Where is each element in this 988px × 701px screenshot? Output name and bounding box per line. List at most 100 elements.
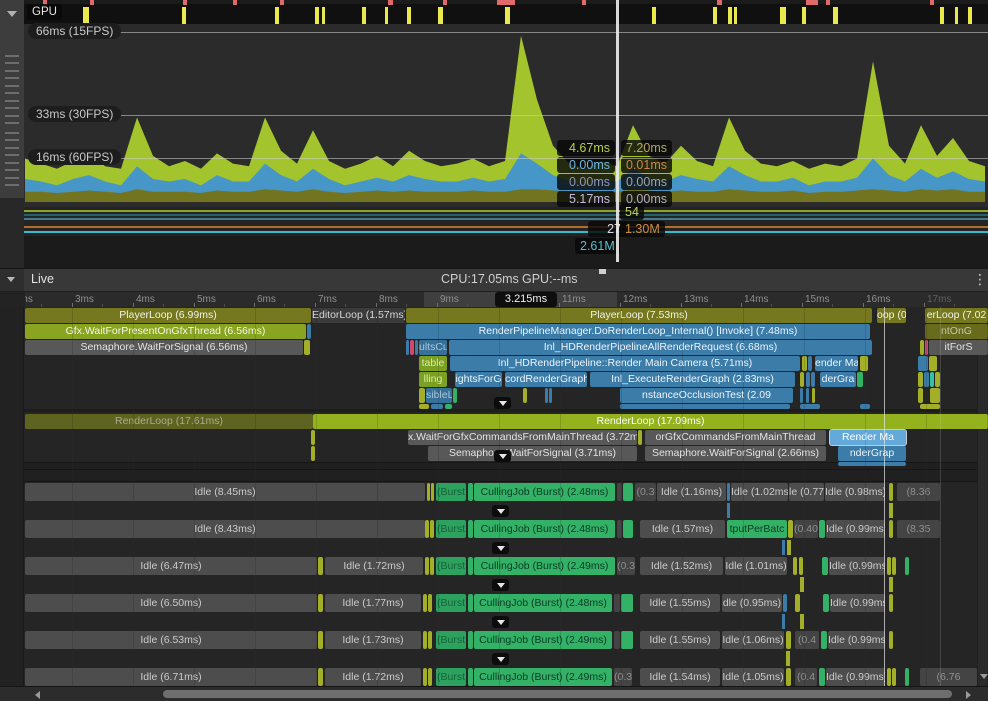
timeline-bar[interactable] bbox=[905, 668, 909, 686]
timeline-bar[interactable] bbox=[318, 631, 323, 649]
timeline-sub-tick[interactable] bbox=[787, 540, 791, 555]
timeline-bar[interactable] bbox=[406, 340, 409, 355]
timeline-bar[interactable] bbox=[930, 372, 934, 387]
timeline-bar[interactable]: Semaphore.WaitForSignal (2.66ms) bbox=[645, 446, 826, 461]
timeline-bar[interactable] bbox=[614, 631, 620, 649]
legend-drag-handle[interactable] bbox=[5, 100, 19, 109]
legend-drag-handle[interactable] bbox=[5, 177, 19, 186]
timeline-bar[interactable] bbox=[311, 430, 315, 445]
timeline-bar[interactable] bbox=[918, 372, 923, 387]
flow-event-marker[interactable] bbox=[494, 397, 511, 409]
timeline-bar[interactable] bbox=[620, 404, 790, 409]
gpu-frame-marker[interactable] bbox=[407, 7, 411, 24]
gpu-frame-marker[interactable] bbox=[362, 7, 366, 24]
timeline-sub-tick[interactable] bbox=[727, 503, 730, 518]
timeline-bar[interactable]: Idle (0.99ms) bbox=[829, 557, 885, 575]
timeline-bar[interactable]: ultsCu bbox=[419, 340, 447, 355]
timeline-bar[interactable]: (Burst bbox=[436, 668, 466, 686]
timeline-bar[interactable]: Idle (1.16ms) bbox=[657, 483, 726, 501]
timeline-bar[interactable] bbox=[318, 557, 323, 575]
timeline-bar[interactable] bbox=[800, 388, 803, 403]
timeline-bar[interactable]: RenderLoop (17.09ms) bbox=[313, 414, 988, 429]
timeline-bar[interactable]: Idle (1.55ms) bbox=[640, 631, 720, 649]
timeline-bar[interactable] bbox=[623, 520, 633, 538]
timeline-bar[interactable]: Semaphore.WaitForSignal (3.71ms) bbox=[428, 446, 637, 461]
timeline-bar[interactable] bbox=[808, 356, 812, 371]
timeline-bar[interactable] bbox=[905, 557, 909, 575]
timeline-bar[interactable]: CullingJob (Burst) (2.49ms) bbox=[474, 557, 615, 575]
timeline-bar[interactable]: CullingJob (Burst) (2.48ms) bbox=[474, 520, 615, 538]
timeline-bar[interactable] bbox=[793, 557, 797, 575]
timeline-bar[interactable]: Idle (1.77ms) bbox=[325, 594, 421, 612]
timeline-bar[interactable]: Idle (6.50ms) bbox=[25, 594, 317, 612]
timeline-sub-tick[interactable] bbox=[889, 503, 893, 518]
timeline-bar[interactable]: Idle (6.71ms) bbox=[25, 668, 317, 686]
timeline-bar[interactable]: nderGrap bbox=[838, 446, 906, 461]
timeline-bar[interactable] bbox=[806, 388, 809, 403]
gpu-frame-marker[interactable] bbox=[438, 7, 443, 24]
timeline-bar[interactable] bbox=[453, 388, 457, 403]
gpu-frame-marker[interactable] bbox=[315, 7, 319, 24]
timeline-bar[interactable] bbox=[445, 404, 452, 409]
gpu-frame-marker[interactable] bbox=[182, 7, 186, 24]
gpu-frame-marker[interactable] bbox=[940, 7, 944, 24]
timeline-bar[interactable] bbox=[614, 594, 620, 612]
timeline-bar[interactable] bbox=[419, 404, 429, 409]
timeline-bar[interactable]: Gfx.WaitForPresentOnGfxThread (6.56ms) bbox=[25, 324, 306, 339]
timeline-bar[interactable]: Idle (6.53ms) bbox=[25, 631, 317, 649]
timeline-bar[interactable] bbox=[823, 594, 829, 612]
timeline-bar[interactable] bbox=[799, 557, 803, 575]
timeline-bar[interactable]: Idle (8.45ms) bbox=[25, 483, 425, 501]
timeline-bar[interactable]: erLoop (7.02 bbox=[925, 308, 988, 323]
timeline-bar[interactable]: tputPerBatc bbox=[727, 520, 787, 538]
flow-event-marker[interactable] bbox=[492, 505, 509, 517]
legend-drag-handle[interactable] bbox=[5, 115, 19, 124]
timeline-bar[interactable]: sibleLi bbox=[426, 388, 452, 403]
timeline-bar[interactable]: Idle (1.06ms) bbox=[722, 631, 784, 649]
timeline-sub-tick[interactable] bbox=[786, 651, 790, 666]
timeline-bar[interactable]: Idle (1.01ms) bbox=[725, 557, 787, 575]
gpu-frame-marker[interactable] bbox=[385, 7, 388, 24]
timeline-bar[interactable] bbox=[838, 462, 906, 466]
timeline-bar[interactable] bbox=[623, 483, 633, 501]
timeline-bar[interactable] bbox=[788, 520, 793, 538]
timeline-bar[interactable] bbox=[425, 557, 429, 575]
timeline-bar[interactable] bbox=[860, 356, 868, 371]
timeline-bar[interactable] bbox=[428, 631, 432, 649]
timeline-bar[interactable] bbox=[800, 404, 820, 409]
timeline-bar[interactable]: itForS bbox=[929, 340, 988, 355]
timeline-bar[interactable] bbox=[638, 430, 642, 445]
timeline-bar[interactable] bbox=[929, 356, 937, 371]
flow-event-marker[interactable] bbox=[492, 542, 509, 554]
timeline-sub-tick[interactable] bbox=[782, 540, 785, 555]
timeline-bar[interactable]: (0.4 bbox=[795, 631, 819, 649]
timeline-bar[interactable]: (8.36 bbox=[897, 483, 940, 501]
timeline-bar[interactable]: orGfxCommandsFromMainThread bbox=[645, 430, 826, 445]
timeline-bar[interactable]: Semaphore.WaitForSignal (6.56ms) bbox=[25, 340, 303, 355]
timeline-bar[interactable]: (Burst bbox=[436, 631, 466, 649]
timeline-bar[interactable]: (0.3 bbox=[635, 483, 656, 501]
timeline-bar[interactable] bbox=[621, 594, 633, 612]
timeline-bar[interactable] bbox=[889, 594, 893, 612]
timeline-bar[interactable]: lling bbox=[419, 372, 447, 387]
timeline-bar[interactable]: ntOnG bbox=[925, 324, 988, 339]
timeline-bar[interactable]: CullingJob (Burst) (2.48ms) bbox=[474, 483, 615, 501]
timeline-bar[interactable] bbox=[821, 631, 827, 649]
chart-selection-line[interactable] bbox=[616, 0, 619, 262]
timeline-bar[interactable] bbox=[428, 668, 432, 686]
gpu-frame-marker[interactable] bbox=[83, 7, 89, 24]
timeline-bar[interactable] bbox=[857, 372, 863, 387]
horizontal-scrollbar-thumb[interactable] bbox=[163, 690, 952, 698]
gpu-marker-strip[interactable] bbox=[24, 0, 988, 24]
flow-event-marker[interactable] bbox=[492, 616, 509, 628]
timeline-bar[interactable]: Idle (0.99ms) bbox=[826, 520, 885, 538]
timeline-bar[interactable] bbox=[783, 594, 787, 612]
timeline-bar[interactable] bbox=[819, 520, 825, 538]
timeline-bar[interactable]: Idle (0.99ms) bbox=[826, 668, 885, 686]
timeline-bar[interactable]: le (0.77m bbox=[789, 483, 824, 501]
legend-drag-handle[interactable] bbox=[5, 132, 19, 141]
timeline-bar[interactable]: Render Ma bbox=[830, 430, 906, 445]
chart-collapse-icon[interactable] bbox=[7, 11, 17, 22]
timeline-bar[interactable]: Idle (0.98ms) bbox=[825, 483, 885, 501]
timeline-bar[interactable]: (6.76 bbox=[920, 668, 977, 686]
